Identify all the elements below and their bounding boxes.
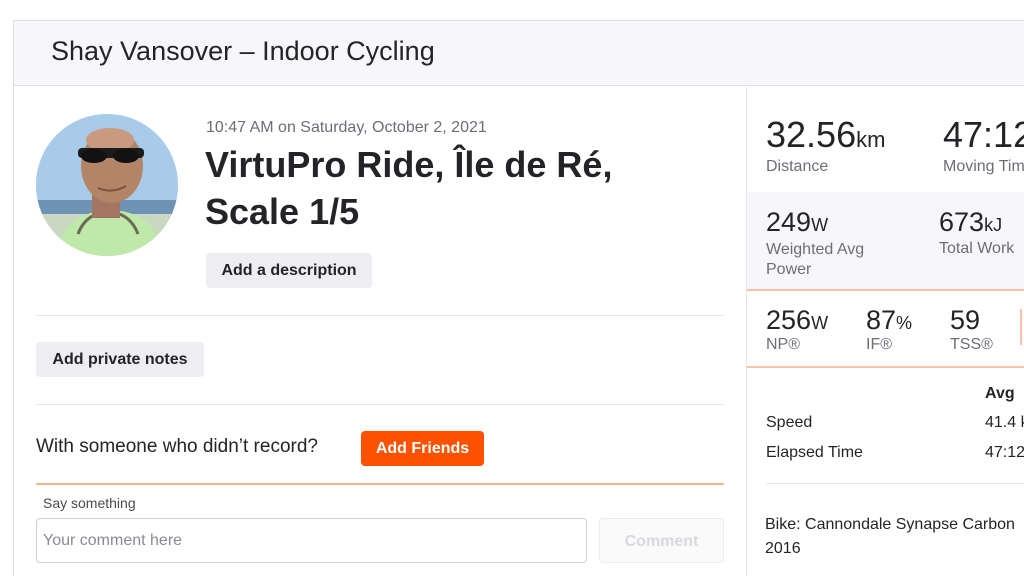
divider	[36, 315, 724, 316]
weighted-avg-power-stat: 249W Weighted Avg Power	[766, 207, 896, 280]
distance-value: 32.56	[766, 114, 857, 155]
if-stat: 87% IF®	[866, 305, 912, 354]
athlete-photo	[36, 114, 178, 256]
weighted-power-unit: W	[811, 215, 829, 235]
divider	[747, 366, 1024, 368]
total-work-unit: kJ	[984, 215, 1003, 235]
if-unit: %	[896, 313, 913, 333]
bike-info: Bike: Cannondale Synapse Carbon 2016	[765, 516, 1015, 557]
divider	[36, 483, 724, 485]
activity-title: VirtuPro Ride, Île de Ré, Scale 1/5	[205, 144, 613, 232]
page-title: Shay Vansover – Indoor Cycling	[51, 36, 435, 66]
total-work-label: Total Work	[939, 240, 1015, 257]
total-work-stat: 673kJ Total Work	[939, 207, 1014, 258]
activity-timestamp: 10:47 AM on Saturday, October 2, 2021	[206, 119, 487, 136]
weighted-power-value: 249	[766, 207, 812, 237]
page-header: Shay Vansover – Indoor Cycling	[14, 21, 1024, 86]
speed-avg: 41.4 km/h	[985, 414, 1024, 431]
elapsed-time-label: Elapsed Time	[766, 444, 863, 461]
distance-stat: 32.56km Distance	[766, 114, 885, 176]
comment-button[interactable]: Comment	[599, 518, 724, 563]
if-value: 87	[866, 305, 897, 335]
speed-label: Speed	[766, 414, 813, 431]
distance-unit: km	[856, 127, 886, 152]
np-unit: W	[811, 313, 829, 333]
activity-page: Shay Vansover – Indoor Cycling 10:47 AM …	[13, 20, 1024, 576]
total-work-value: 673	[939, 207, 985, 237]
weighted-power-label: Weighted Avg Power	[766, 241, 865, 278]
if-label: IF®	[866, 336, 893, 353]
np-value: 256	[766, 305, 812, 335]
moving-time-label: Moving Time	[943, 158, 1024, 175]
divider	[766, 483, 1024, 484]
elapsed-time-avg: 47:12	[985, 444, 1024, 461]
avg-column-header: Avg	[985, 385, 1015, 402]
tss-value: 59	[950, 305, 981, 335]
add-description-button[interactable]: Add a description	[206, 253, 372, 288]
moving-time-value: 47:12	[943, 114, 1024, 155]
add-private-notes-button[interactable]: Add private notes	[36, 342, 204, 377]
with-someone-text: With someone who didn’t record?	[36, 436, 318, 457]
divider	[747, 289, 1024, 291]
moving-time-stat: 47:12 Moving Time	[943, 114, 1024, 176]
avatar[interactable]	[36, 114, 178, 256]
comment-label: Say something	[43, 495, 136, 511]
distance-label: Distance	[766, 158, 829, 175]
tss-label: TSS®	[950, 336, 993, 353]
comment-input[interactable]	[36, 518, 587, 563]
np-label: NP®	[766, 336, 801, 353]
tss-stat: 59 TSS®	[950, 305, 993, 354]
add-friends-button[interactable]: Add Friends	[361, 431, 484, 466]
divider	[36, 404, 724, 405]
np-stat: 256W NP®	[766, 305, 828, 354]
divider	[1020, 309, 1022, 345]
stats-panel-border	[746, 87, 747, 576]
